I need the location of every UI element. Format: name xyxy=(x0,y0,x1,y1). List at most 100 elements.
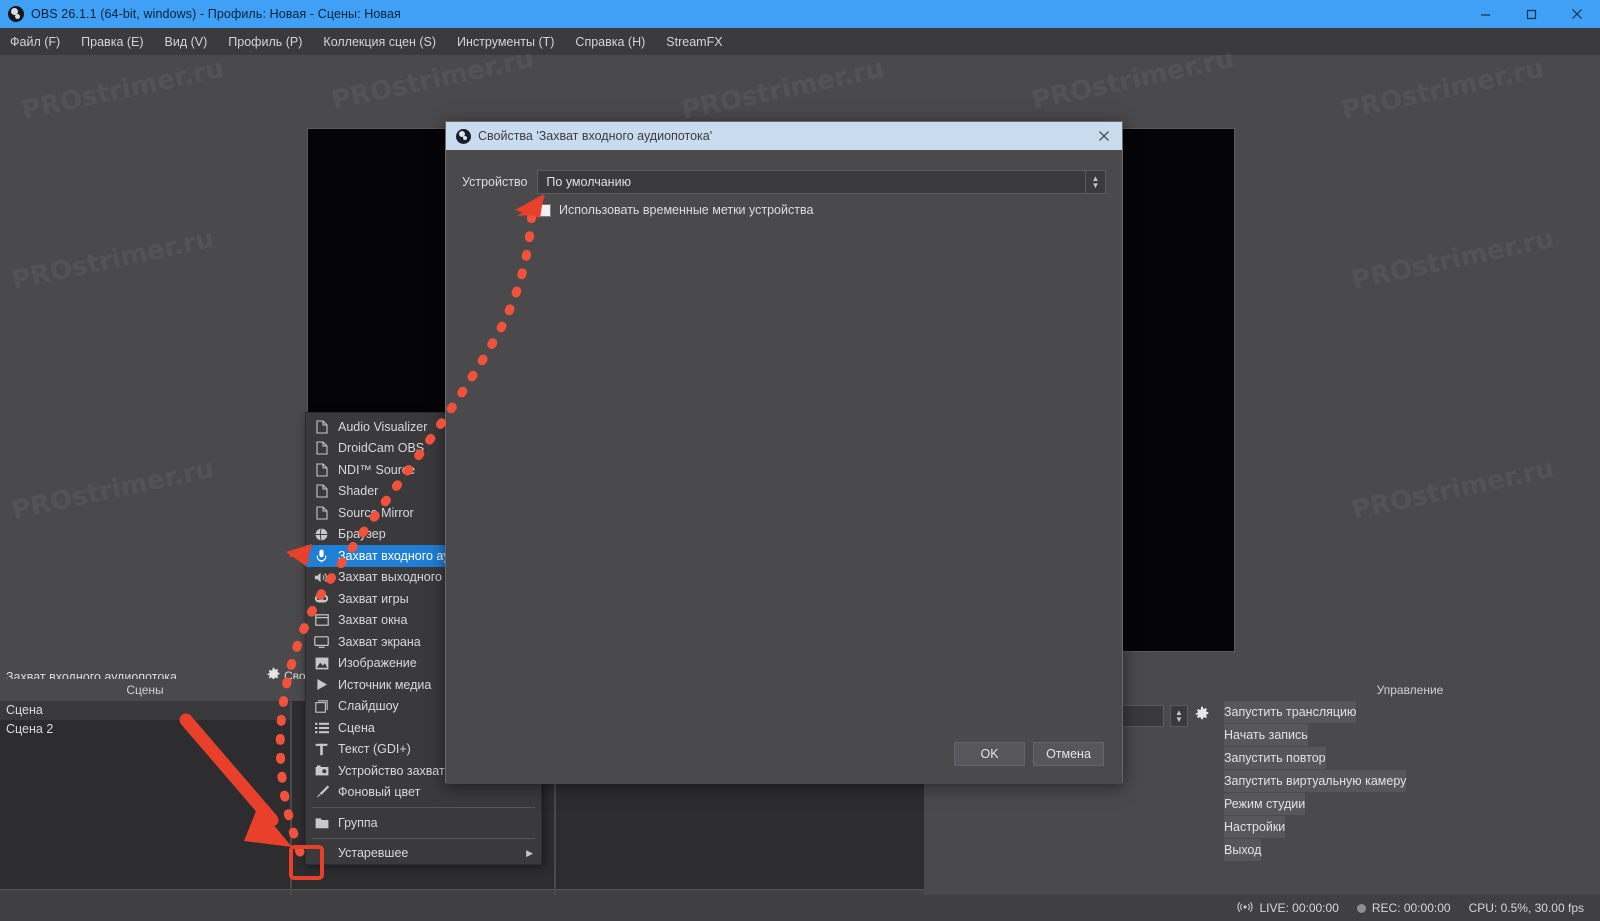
exit-button[interactable]: Выход xyxy=(1224,839,1262,861)
watermark-tile: PROstrimer.ru xyxy=(1349,453,1557,527)
start-streaming-button[interactable]: Запустить трансляцию xyxy=(1224,701,1357,723)
menubar: Файл (F) Правка (E) Вид (V) Профиль (P) … xyxy=(0,28,1600,55)
watermark-tile: PROstrimer.ru xyxy=(9,453,217,527)
ctx-label: Группа xyxy=(338,815,378,830)
window-title: OBS 26.1.1 (64-bit, windows) - Профиль: … xyxy=(31,7,401,21)
dialog-button-row: OK Отмена xyxy=(954,742,1104,766)
source-properties-dialog: Свойства 'Захват входного аудиопотока' У… xyxy=(445,121,1123,784)
ctx-item-group[interactable]: Группа xyxy=(306,812,541,834)
maximize-button[interactable] xyxy=(1508,0,1554,28)
window-icon xyxy=(314,613,329,628)
rec-timer: REC: 00:00:00 xyxy=(1371,901,1451,915)
text-icon xyxy=(314,742,329,757)
ctx-label: Текст (GDI+) xyxy=(338,742,411,757)
camera-icon xyxy=(314,763,329,778)
list-icon xyxy=(314,720,329,735)
statusbar: LIVE: 00:00:00 REC: 00:00:00 CPU: 0.5%, … xyxy=(0,895,1600,921)
watermark-tile: PROstrimer.ru xyxy=(1339,53,1547,127)
device-field-row: Устройство По умолчанию ▲ ▼ xyxy=(462,170,1106,194)
device-select[interactable]: По умолчанию ▲ ▼ xyxy=(537,170,1106,194)
menu-edit[interactable]: Правка (E) xyxy=(71,31,153,53)
transition-duration-stepper[interactable]: ▲ ▼ xyxy=(1170,705,1188,727)
gamepad-icon xyxy=(314,591,329,606)
ctx-label: NDI™ Source xyxy=(338,462,416,477)
ctx-item-color-source[interactable]: Фоновый цвет xyxy=(306,782,541,804)
menu-profile[interactable]: Профиль (P) xyxy=(218,31,312,53)
ctx-label: Устаревшее xyxy=(338,846,409,861)
cpu-status: CPU: 0.5%, 30.00 fps xyxy=(1469,901,1584,915)
dialog-titlebar: Свойства 'Захват входного аудиопотока' xyxy=(446,122,1122,150)
document-icon xyxy=(314,441,329,456)
start-virtual-camera-button[interactable]: Запустить виртуальную камеру xyxy=(1224,770,1407,792)
watermark-tile: PROstrimer.ru xyxy=(1349,223,1557,297)
dialog-title: Свойства 'Захват входного аудиопотока' xyxy=(478,129,713,143)
monitor-icon xyxy=(314,634,329,649)
scene-item-1[interactable]: Сцена xyxy=(0,701,290,720)
studio-mode-button[interactable]: Режим студии xyxy=(1224,793,1306,815)
menu-view[interactable]: Вид (V) xyxy=(155,31,218,53)
device-select-stepper[interactable]: ▲ ▼ xyxy=(1085,171,1105,193)
start-replay-buffer-button[interactable]: Запустить повтор xyxy=(1224,747,1326,769)
settings-button[interactable]: Настройки xyxy=(1224,816,1286,838)
scenes-dock-title: Сцены xyxy=(0,679,290,701)
close-button[interactable] xyxy=(1554,0,1600,28)
watermark-tile: PROstrimer.ru xyxy=(1029,43,1237,117)
menu-scene-collection[interactable]: Коллекция сцен (S) xyxy=(313,31,446,53)
start-recording-button[interactable]: Начать запись xyxy=(1224,724,1308,746)
document-icon xyxy=(314,505,329,520)
image-icon xyxy=(314,656,329,671)
ctx-label: Audio Visualizer xyxy=(338,419,428,434)
brush-icon xyxy=(314,785,329,800)
use-device-timestamps-label: Использовать временные метки устройства xyxy=(559,203,814,217)
menu-streamfx[interactable]: StreamFX xyxy=(656,31,732,53)
microphone-icon xyxy=(314,548,329,563)
ctx-label: Shader xyxy=(338,484,379,499)
menu-help[interactable]: Справка (H) xyxy=(565,31,655,53)
menu-tools[interactable]: Инструменты (T) xyxy=(447,31,564,53)
ctx-label: Слайдшоу xyxy=(338,699,399,714)
ctx-label: Source Mirror xyxy=(338,505,414,520)
chevron-right-icon: ▶ xyxy=(526,847,533,858)
rec-status: REC: 00:00:00 xyxy=(1356,901,1451,915)
watermark-tile: PROstrimer.ru xyxy=(679,53,887,127)
use-device-timestamps-checkbox[interactable] xyxy=(538,203,551,217)
ok-button[interactable]: OK xyxy=(954,742,1025,766)
dialog-close-button[interactable] xyxy=(1086,122,1122,150)
scenes-list[interactable]: Сцена Сцена 2 xyxy=(0,701,290,889)
controls-dock-title: Управление xyxy=(1220,679,1600,701)
device-select-value: По умолчанию xyxy=(546,175,631,189)
document-icon xyxy=(314,419,329,434)
ctx-label: Источник медиа xyxy=(338,677,432,692)
obs-logo-icon xyxy=(456,128,471,144)
dialog-body: Устройство По умолчанию ▲ ▼ Использовать … xyxy=(446,150,1122,784)
device-label: Устройство xyxy=(462,175,528,189)
play-icon xyxy=(314,677,329,692)
watermark-tile: PROstrimer.ru xyxy=(19,53,227,127)
watermark-tile: PROstrimer.ru xyxy=(329,43,537,117)
scene-item-2[interactable]: Сцена 2 xyxy=(0,720,290,739)
context-menu-separator-1 xyxy=(312,807,535,808)
minimize-button[interactable] xyxy=(1462,0,1508,28)
obs-logo-icon xyxy=(8,6,24,22)
live-status: LIVE: 00:00:00 xyxy=(1237,901,1339,916)
ctx-label: Сцена xyxy=(338,720,375,735)
document-icon xyxy=(314,462,329,477)
folder-icon xyxy=(314,815,329,830)
globe-icon xyxy=(314,527,329,542)
ctx-label: Захват окна xyxy=(338,613,408,628)
add-source-button-highlight xyxy=(289,845,324,880)
scenes-dock: Сцены Сцена Сцена 2 + − ⌃ ⌄ xyxy=(0,679,290,921)
timestamp-checkbox-row[interactable]: Использовать временные метки устройства xyxy=(538,203,1106,217)
ctx-label: Захват экрана xyxy=(338,634,421,649)
ctx-item-deprecated[interactable]: Устаревшее ▶ xyxy=(306,843,541,865)
gear-icon[interactable] xyxy=(1194,706,1210,726)
live-timer: LIVE: 00:00:00 xyxy=(1259,901,1339,915)
cancel-button[interactable]: Отмена xyxy=(1033,742,1104,766)
ctx-label: DroidCam OBS xyxy=(338,441,425,456)
ctx-label: Браузер xyxy=(338,527,386,542)
cpu-fps-text: CPU: 0.5%, 30.00 fps xyxy=(1468,901,1584,915)
menu-file[interactable]: Файл (F) xyxy=(0,31,70,53)
broadcast-icon xyxy=(1237,901,1253,916)
context-menu-separator-2 xyxy=(312,837,535,839)
ctx-label: Изображение xyxy=(338,656,417,671)
